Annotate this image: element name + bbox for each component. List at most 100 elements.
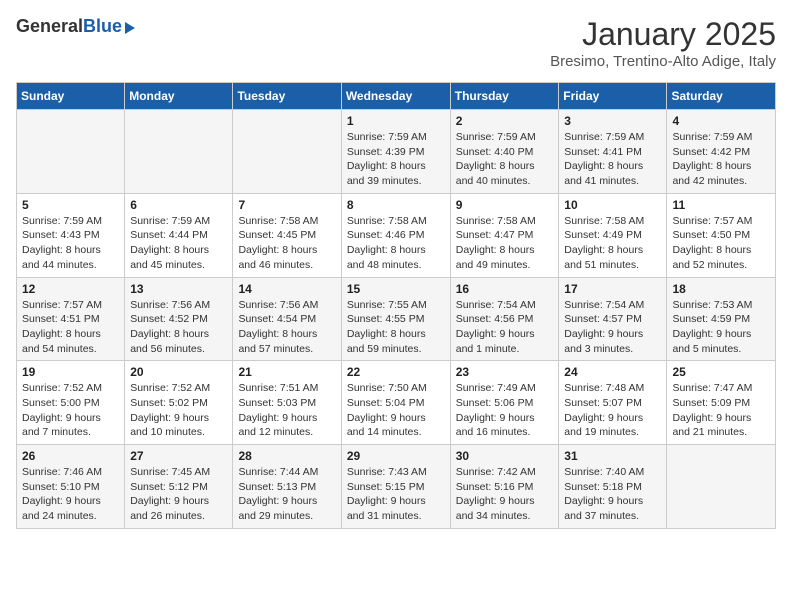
day-info: Sunrise: 7:52 AMSunset: 5:02 PMDaylight:… (130, 381, 227, 440)
calendar-cell: 10 Sunrise: 7:58 AMSunset: 4:49 PMDayligh… (559, 193, 667, 277)
day-info: Sunrise: 7:44 AMSunset: 5:13 PMDaylight:… (238, 465, 335, 524)
calendar-header-sunday: Sunday (17, 83, 125, 110)
day-number: 22 (347, 365, 445, 379)
calendar-header-row: SundayMondayTuesdayWednesdayThursdayFrid… (17, 83, 776, 110)
logo: General Blue (16, 16, 135, 37)
calendar-cell: 26 Sunrise: 7:46 AMSunset: 5:10 PMDayligh… (17, 445, 125, 529)
day-info: Sunrise: 7:59 AMSunset: 4:41 PMDaylight:… (564, 130, 661, 189)
day-number: 26 (22, 449, 119, 463)
day-info: Sunrise: 7:59 AMSunset: 4:40 PMDaylight:… (456, 130, 554, 189)
day-info: Sunrise: 7:49 AMSunset: 5:06 PMDaylight:… (456, 381, 554, 440)
calendar-header-friday: Friday (559, 83, 667, 110)
calendar-cell: 22 Sunrise: 7:50 AMSunset: 5:04 PMDayligh… (341, 361, 450, 445)
day-info: Sunrise: 7:43 AMSunset: 5:15 PMDaylight:… (347, 465, 445, 524)
calendar-cell: 21Sunrise: 7:51 AMSunset: 5:03 PMDayligh… (233, 361, 341, 445)
calendar-cell: 4 Sunrise: 7:59 AMSunset: 4:42 PMDaylight… (667, 110, 776, 194)
day-number: 9 (456, 198, 554, 212)
day-number: 1 (347, 114, 445, 128)
calendar-cell: 30 Sunrise: 7:42 AMSunset: 5:16 PMDayligh… (450, 445, 559, 529)
day-number: 12 (22, 282, 119, 296)
calendar-cell: 23 Sunrise: 7:49 AMSunset: 5:06 PMDayligh… (450, 361, 559, 445)
day-info: Sunrise: 7:58 AMSunset: 4:49 PMDaylight:… (564, 214, 661, 273)
page-header: General Blue January 2025 Bresimo, Trent… (16, 16, 776, 70)
day-info: Sunrise: 7:59 AMSunset: 4:44 PMDaylight:… (130, 214, 227, 273)
day-info: Sunrise: 7:58 AMSunset: 4:45 PMDaylight:… (238, 214, 335, 273)
day-info: Sunrise: 7:58 AMSunset: 4:47 PMDaylight:… (456, 214, 554, 273)
day-number: 15 (347, 282, 445, 296)
day-number: 3 (564, 114, 661, 128)
calendar-header-wednesday: Wednesday (341, 83, 450, 110)
day-info: Sunrise: 7:52 AMSunset: 5:00 PMDaylight:… (22, 381, 119, 440)
calendar-cell: 3 Sunrise: 7:59 AMSunset: 4:41 PMDaylight… (559, 110, 667, 194)
day-info: Sunrise: 7:50 AMSunset: 5:04 PMDaylight:… (347, 381, 445, 440)
day-info: Sunrise: 7:53 AMSunset: 4:59 PMDaylight:… (672, 298, 770, 357)
calendar-cell: 20 Sunrise: 7:52 AMSunset: 5:02 PMDayligh… (125, 361, 233, 445)
calendar-cell: 25 Sunrise: 7:47 AMSunset: 5:09 PMDayligh… (667, 361, 776, 445)
day-number: 7 (238, 198, 335, 212)
day-number: 4 (672, 114, 770, 128)
calendar-cell: 13 Sunrise: 7:56 AMSunset: 4:52 PMDayligh… (125, 277, 233, 361)
day-info: Sunrise: 7:40 AMSunset: 5:18 PMDaylight:… (564, 465, 661, 524)
calendar-cell (667, 445, 776, 529)
day-info: Sunrise: 7:48 AMSunset: 5:07 PMDaylight:… (564, 381, 661, 440)
day-info: Sunrise: 7:59 AMSunset: 4:42 PMDaylight:… (672, 130, 770, 189)
calendar-cell: 8Sunrise: 7:58 AMSunset: 4:46 PMDaylight… (341, 193, 450, 277)
day-number: 5 (22, 198, 119, 212)
calendar-header-thursday: Thursday (450, 83, 559, 110)
day-number: 10 (564, 198, 661, 212)
day-number: 14 (238, 282, 335, 296)
calendar-week-3: 12 Sunrise: 7:57 AMSunset: 4:51 PMDayligh… (17, 277, 776, 361)
calendar-cell: 2 Sunrise: 7:59 AMSunset: 4:40 PMDaylight… (450, 110, 559, 194)
day-info: Sunrise: 7:57 AMSunset: 4:50 PMDaylight:… (672, 214, 770, 273)
logo-blue-text: Blue (83, 16, 122, 37)
day-number: 13 (130, 282, 227, 296)
day-number: 25 (672, 365, 770, 379)
calendar-cell: 19 Sunrise: 7:52 AMSunset: 5:00 PMDayligh… (17, 361, 125, 445)
day-number: 8 (347, 198, 445, 212)
day-info: Sunrise: 7:47 AMSunset: 5:09 PMDaylight:… (672, 381, 770, 440)
day-info: Sunrise: 7:55 AMSunset: 4:55 PMDaylight:… (347, 298, 445, 357)
day-info: Sunrise: 7:57 AMSunset: 4:51 PMDaylight:… (22, 298, 119, 357)
calendar-cell: 7 Sunrise: 7:58 AMSunset: 4:45 PMDaylight… (233, 193, 341, 277)
calendar-cell: 6 Sunrise: 7:59 AMSunset: 4:44 PMDaylight… (125, 193, 233, 277)
calendar-cell: 5 Sunrise: 7:59 AMSunset: 4:43 PMDaylight… (17, 193, 125, 277)
calendar-cell: 16Sunrise: 7:54 AMSunset: 4:56 PMDayligh… (450, 277, 559, 361)
calendar-header-tuesday: Tuesday (233, 83, 341, 110)
calendar-cell: 28 Sunrise: 7:44 AMSunset: 5:13 PMDayligh… (233, 445, 341, 529)
day-number: 2 (456, 114, 554, 128)
day-number: 31 (564, 449, 661, 463)
calendar-week-5: 26 Sunrise: 7:46 AMSunset: 5:10 PMDayligh… (17, 445, 776, 529)
calendar-cell: 15 Sunrise: 7:55 AMSunset: 4:55 PMDayligh… (341, 277, 450, 361)
calendar-cell: 14Sunrise: 7:56 AMSunset: 4:54 PMDayligh… (233, 277, 341, 361)
month-title: January 2025 (550, 16, 776, 53)
calendar-cell: 1 Sunrise: 7:59 AMSunset: 4:39 PMDaylight… (341, 110, 450, 194)
calendar-cell (125, 110, 233, 194)
title-section: January 2025 Bresimo, Trentino-Alto Adig… (550, 16, 776, 70)
day-number: 28 (238, 449, 335, 463)
day-number: 20 (130, 365, 227, 379)
logo-arrow-icon (125, 22, 135, 34)
calendar-week-1: 1 Sunrise: 7:59 AMSunset: 4:39 PMDaylight… (17, 110, 776, 194)
day-info: Sunrise: 7:46 AMSunset: 5:10 PMDaylight:… (22, 465, 119, 524)
calendar-cell: 24Sunrise: 7:48 AMSunset: 5:07 PMDayligh… (559, 361, 667, 445)
day-number: 19 (22, 365, 119, 379)
calendar-header-monday: Monday (125, 83, 233, 110)
day-info: Sunrise: 7:59 AMSunset: 4:43 PMDaylight:… (22, 214, 119, 273)
calendar-week-2: 5 Sunrise: 7:59 AMSunset: 4:43 PMDaylight… (17, 193, 776, 277)
calendar-cell: 29 Sunrise: 7:43 AMSunset: 5:15 PMDayligh… (341, 445, 450, 529)
day-info: Sunrise: 7:56 AMSunset: 4:52 PMDaylight:… (130, 298, 227, 357)
calendar-cell: 17Sunrise: 7:54 AMSunset: 4:57 PMDayligh… (559, 277, 667, 361)
day-number: 11 (672, 198, 770, 212)
location-text: Bresimo, Trentino-Alto Adige, Italy (550, 53, 776, 70)
calendar-header-saturday: Saturday (667, 83, 776, 110)
day-info: Sunrise: 7:42 AMSunset: 5:16 PMDaylight:… (456, 465, 554, 524)
day-info: Sunrise: 7:54 AMSunset: 4:57 PMDaylight:… (564, 298, 661, 357)
day-number: 16 (456, 282, 554, 296)
day-number: 29 (347, 449, 445, 463)
day-number: 23 (456, 365, 554, 379)
day-info: Sunrise: 7:59 AMSunset: 4:39 PMDaylight:… (347, 130, 445, 189)
day-number: 6 (130, 198, 227, 212)
calendar-cell: 31 Sunrise: 7:40 AMSunset: 5:18 PMDayligh… (559, 445, 667, 529)
day-number: 18 (672, 282, 770, 296)
day-number: 30 (456, 449, 554, 463)
